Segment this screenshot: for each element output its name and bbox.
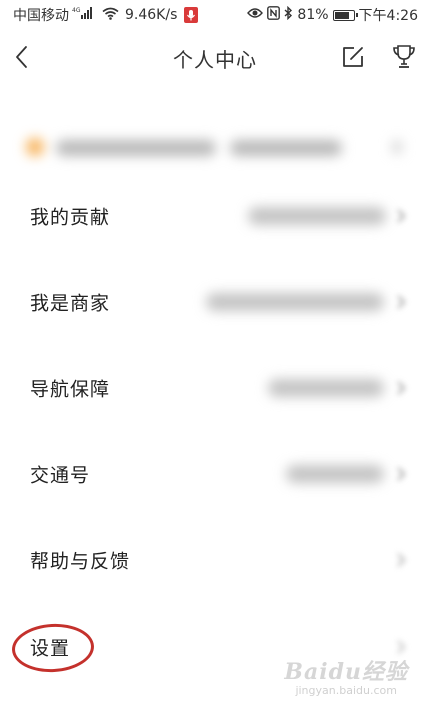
nfc-icon — [267, 6, 281, 24]
status-bar-right: 81% 下午4:26 — [243, 5, 418, 25]
menu-item-label: 我的贡献 — [30, 206, 111, 229]
blurred-text — [230, 140, 342, 156]
nav-bar: 个人中心 — [0, 28, 430, 88]
mic-icon — [184, 7, 199, 23]
trophy-button[interactable] — [391, 43, 417, 71]
menu-item-contribution[interactable]: 我的贡献 — [0, 173, 430, 259]
network-badge: 4G — [72, 7, 81, 14]
battery-percent: 81% — [297, 7, 329, 23]
chevron-right-icon — [397, 640, 406, 654]
edit-button[interactable] — [340, 44, 366, 70]
level-banner[interactable] — [0, 116, 430, 176]
blurred-value — [268, 379, 384, 397]
bluetooth-icon — [284, 5, 293, 24]
status-bar-left: 中国移动 4G 9.46K/s — [13, 5, 199, 25]
status-bar: 中国移动 4G 9.46K/s 81% 下午4:26 — [0, 0, 430, 28]
blurred-value — [286, 465, 384, 483]
menu-item-navigation-guarantee[interactable]: 导航保障 — [0, 345, 430, 431]
blurred-value — [206, 293, 384, 311]
edit-icon — [343, 47, 363, 67]
blurred-text — [56, 140, 216, 156]
chevron-right-icon — [397, 295, 406, 309]
battery-icon — [332, 9, 358, 21]
chevron-right-icon — [397, 209, 406, 223]
menu-item-label: 我是商家 — [30, 292, 111, 315]
menu-item-label: 帮助与反馈 — [30, 550, 131, 573]
eye-icon — [247, 7, 264, 23]
blurred-chevron — [392, 140, 402, 154]
wifi-icon — [102, 7, 119, 24]
clock: 下午4:26 — [358, 8, 418, 24]
chevron-right-icon — [397, 467, 406, 481]
screen: 中国移动 4G 9.46K/s 81% 下午4:26 个人中心 我的贡献 我是商… — [0, 0, 430, 707]
menu-item-label: 导航保障 — [30, 378, 111, 401]
menu-item-help-feedback[interactable]: 帮助与反馈 — [0, 517, 430, 603]
trophy-icon — [393, 45, 415, 68]
battery-cap — [355, 12, 358, 17]
blurred-value — [248, 207, 386, 225]
level-badge-icon — [26, 138, 44, 156]
signal-icon: 4G — [72, 6, 96, 24]
carrier-label: 中国移动 — [13, 8, 69, 24]
battery-level-fill — [334, 11, 349, 19]
menu-item-traffic-account[interactable]: 交通号 — [0, 431, 430, 517]
network-speed: 9.46K/s — [125, 7, 178, 23]
chevron-right-icon — [397, 381, 406, 395]
menu-item-label: 交通号 — [30, 464, 91, 487]
menu-item-merchant[interactable]: 我是商家 — [0, 259, 430, 345]
chevron-right-icon — [397, 553, 406, 567]
